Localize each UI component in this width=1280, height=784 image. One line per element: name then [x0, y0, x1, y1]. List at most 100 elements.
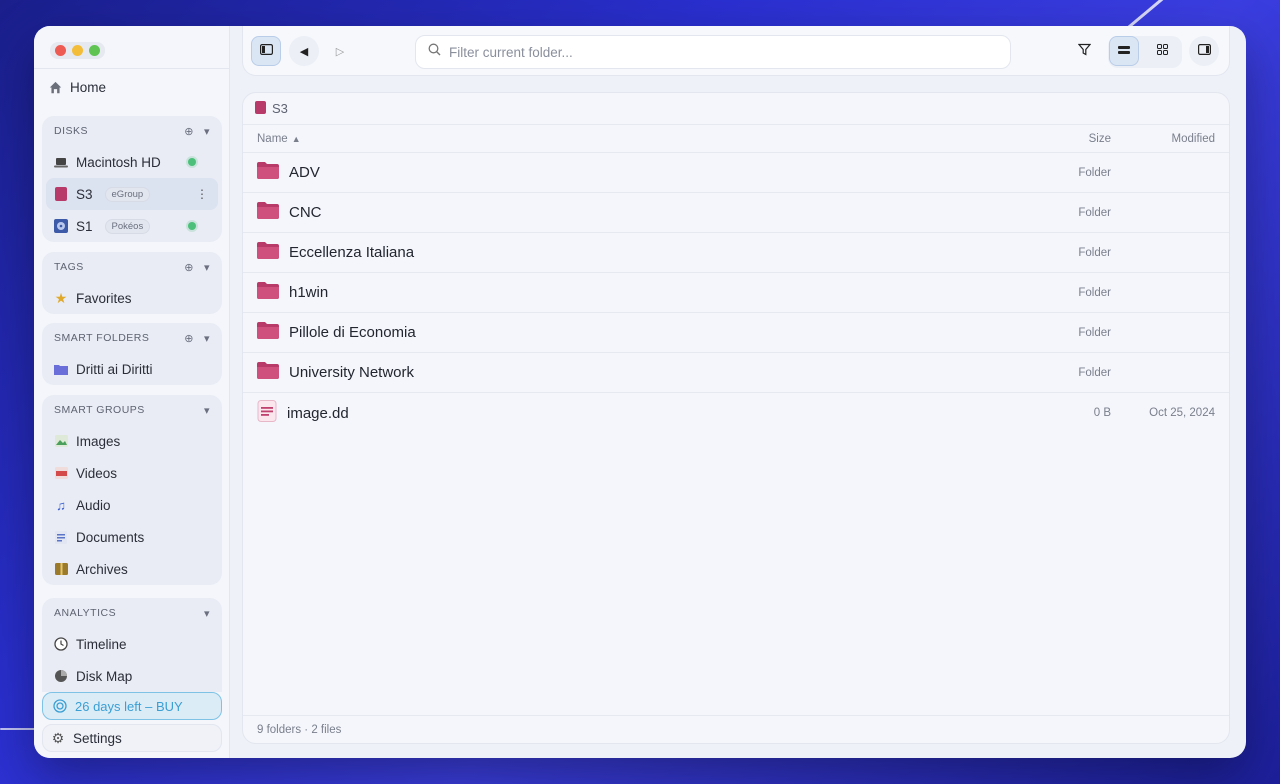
smart-folders-section: SMART FOLDERS ⊕ ▾ Dritti ai Diritti: [42, 323, 222, 385]
folder-icon: [257, 282, 279, 303]
file-size: 0 B: [1093, 407, 1111, 419]
close-window-button[interactable]: [55, 45, 66, 56]
sidebar-item-s3[interactable]: S3 eGroup ⋮: [46, 178, 218, 210]
add-icon[interactable]: ⊕: [184, 261, 194, 274]
table-row[interactable]: Pillole di Economia Folder: [243, 313, 1229, 353]
grid-view-button[interactable]: [1147, 36, 1177, 66]
section-title: SMART FOLDERS: [54, 332, 150, 344]
clock-icon: [54, 637, 68, 651]
video-icon: [54, 466, 68, 480]
folder-icon: [257, 362, 279, 383]
sidebar-item-documents[interactable]: Documents: [42, 521, 222, 553]
folder-icon: [257, 242, 279, 263]
filter-button[interactable]: [1069, 36, 1099, 66]
star-icon: ★: [54, 289, 68, 306]
table-row[interactable]: Eccellenza Italiana Folder: [243, 233, 1229, 273]
file-size: Folder: [1078, 166, 1111, 179]
sidebar-item-label: Images: [76, 433, 121, 449]
folder-icon: [54, 362, 68, 376]
mounted-status-dot: [188, 158, 196, 166]
filter-input[interactable]: [449, 44, 998, 60]
status-bar: 9 folders · 2 files: [243, 715, 1229, 743]
folder-icon: [257, 322, 279, 343]
sidebar-item-archives[interactable]: Archives: [42, 553, 222, 585]
file-name: Pillole di Economia: [289, 324, 416, 341]
sidebar-item-label: Home: [70, 80, 107, 95]
sidebar-item-images[interactable]: Images: [42, 425, 222, 457]
back-button[interactable]: ◀: [289, 36, 319, 66]
chevron-down-icon[interactable]: ▾: [204, 404, 210, 417]
folder-icon: [257, 162, 279, 183]
sort-ascending-icon: ▲: [291, 133, 301, 144]
chevron-down-icon[interactable]: ▾: [204, 125, 210, 138]
table-row[interactable]: image.dd 0 B Oct 25, 2024: [243, 393, 1229, 433]
toggle-sidebar-button[interactable]: [251, 36, 281, 66]
sidebar-item-videos[interactable]: Videos: [42, 457, 222, 489]
pie-icon: [54, 669, 68, 683]
sidebar-item-audio[interactable]: ♫ Audio: [42, 489, 222, 521]
toggle-inspector-button[interactable]: [1189, 36, 1219, 66]
laptop-icon: [54, 155, 68, 169]
column-header-name[interactable]: Name ▲: [257, 133, 301, 145]
filter-search-field[interactable]: [415, 35, 1011, 69]
minimize-window-button[interactable]: [72, 45, 83, 56]
file-size: Folder: [1078, 206, 1111, 219]
search-icon: [428, 43, 441, 61]
breadcrumb-item-s3[interactable]: S3: [272, 101, 288, 116]
mounted-status-dot: [188, 222, 196, 230]
table-row[interactable]: CNC Folder: [243, 193, 1229, 233]
file-name: CNC: [289, 204, 322, 221]
file-size: Folder: [1078, 246, 1111, 259]
chevron-down-icon[interactable]: ▾: [204, 261, 210, 274]
toolbar: ◀ ▷: [242, 26, 1230, 76]
sidebar-item-dritti-ai-diritti[interactable]: Dritti ai Diritti: [42, 353, 222, 385]
trial-buy-button[interactable]: 26 days left – BUY: [42, 692, 222, 720]
table-row[interactable]: University Network Folder: [243, 353, 1229, 393]
section-title: TAGS: [54, 261, 84, 273]
sidebar-item-label: S1: [76, 218, 93, 234]
section-title: ANALYTICS: [54, 607, 117, 619]
file-size: Folder: [1078, 286, 1111, 299]
document-file-icon: [257, 400, 277, 426]
column-header-modified[interactable]: Modified: [1172, 133, 1215, 145]
forward-arrow-icon: ▷: [335, 45, 345, 58]
funnel-icon: [1077, 43, 1091, 59]
more-options-icon[interactable]: ⋮: [196, 187, 208, 201]
list-view-icon: [1118, 45, 1130, 58]
trial-label: 26 days left – BUY: [75, 698, 183, 714]
external-disk-icon: [255, 100, 266, 117]
add-icon[interactable]: ⊕: [184, 125, 194, 138]
file-name: Eccellenza Italiana: [289, 244, 415, 261]
sidebar-item-label: Dritti ai Diritti: [76, 361, 153, 377]
chevron-down-icon[interactable]: ▾: [204, 332, 210, 345]
zoom-window-button[interactable]: [89, 45, 100, 56]
disk-tag: Pokéos: [104, 218, 151, 234]
sidebar-item-label: Macintosh HD: [76, 154, 161, 170]
table-row[interactable]: ADV Folder: [243, 153, 1229, 193]
sidebar: Home DISKS ⊕ ▾ Macintosh HD S3 eGroup ⋮ …: [34, 26, 230, 758]
sidebar-item-timeline[interactable]: Timeline: [42, 628, 222, 660]
sidebar-item-label: Favorites: [76, 290, 132, 306]
chevron-down-icon[interactable]: ▾: [204, 607, 210, 620]
column-header-size[interactable]: Size: [1089, 133, 1111, 145]
breadcrumb: S3: [243, 93, 1229, 125]
back-arrow-icon: ◀: [299, 45, 309, 58]
disk-image-icon: [54, 219, 68, 233]
list-view-button[interactable]: [1109, 36, 1139, 66]
add-icon[interactable]: ⊕: [184, 332, 194, 345]
sidebar-divider: [34, 68, 229, 69]
sidebar-item-label: Disk Map: [76, 668, 133, 684]
settings-button[interactable]: ⚙ Settings: [42, 724, 222, 752]
smart-groups-section: SMART GROUPS ▾ Images Videos ♫ Audio Doc…: [42, 395, 222, 585]
archive-icon: [54, 562, 68, 576]
sidebar-item-macintosh-hd[interactable]: Macintosh HD: [42, 146, 222, 178]
sidebar-item-home[interactable]: Home: [48, 80, 106, 95]
sidebar-item-label: Videos: [76, 465, 118, 481]
sidebar-item-s1[interactable]: S1 Pokéos: [42, 210, 222, 242]
sidebar-item-disk-map[interactable]: Disk Map: [42, 660, 222, 692]
forward-button[interactable]: ▷: [325, 36, 355, 66]
section-title: SMART GROUPS: [54, 404, 145, 416]
table-row[interactable]: h1win Folder: [243, 273, 1229, 313]
file-name: image.dd: [287, 404, 349, 422]
sidebar-item-favorites[interactable]: ★ Favorites: [42, 282, 222, 314]
